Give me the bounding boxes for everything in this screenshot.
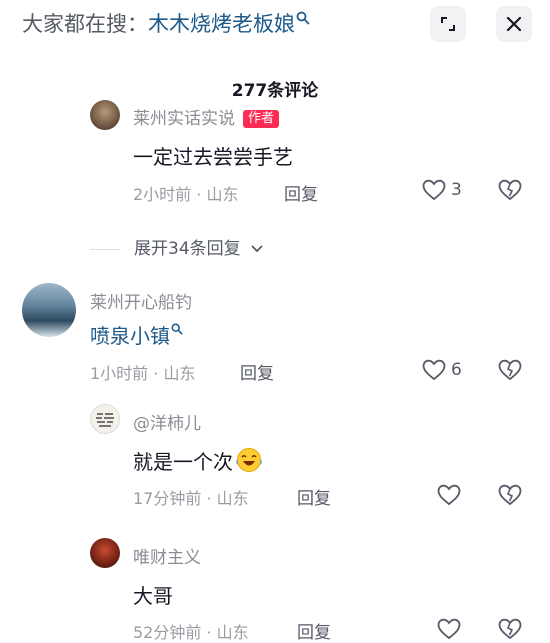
- reply-button[interactable]: 回复: [297, 484, 331, 509]
- laughing-emoji-icon: [236, 448, 262, 472]
- expand-icon: [441, 17, 455, 31]
- like-count: 3: [451, 180, 462, 200]
- avatar[interactable]: [90, 404, 120, 434]
- comment-username[interactable]: 唯财主义: [133, 543, 201, 568]
- avatar[interactable]: [90, 100, 120, 130]
- username-text[interactable]: 莱州实话实说: [133, 109, 235, 129]
- dislike-button[interactable]: [497, 178, 523, 202]
- like-button[interactable]: [436, 483, 462, 507]
- like-button[interactable]: [436, 617, 462, 641]
- broken-heart-icon: [498, 618, 522, 640]
- broken-heart-icon: [498, 484, 522, 506]
- chevron-down-icon: [251, 245, 263, 253]
- comment-meta: 17分钟前 · 山东: [133, 489, 249, 508]
- search-icon: [296, 2, 310, 25]
- comment-meta: 1小时前 · 山东: [90, 364, 196, 383]
- comment-text: 喷泉小镇: [90, 320, 183, 349]
- search-icon: [171, 323, 183, 335]
- reply-button[interactable]: 回复: [240, 359, 274, 384]
- comment-username[interactable]: 莱州开心船钓: [90, 288, 192, 313]
- comment-text-content: 就是一个次: [133, 450, 233, 474]
- like-button[interactable]: [421, 178, 447, 202]
- comment-username[interactable]: @洋柿儿: [133, 409, 201, 434]
- dislike-button[interactable]: [497, 358, 523, 382]
- comment-meta: 2小时前 · 山东: [133, 185, 239, 204]
- comment-count: 277条评论: [231, 81, 319, 101]
- search-suggestion-term[interactable]: 木木烧烤老板娘: [148, 12, 295, 36]
- avatar[interactable]: [90, 538, 120, 568]
- comment-username[interactable]: 莱州实话实说 作者: [133, 104, 280, 130]
- expand-replies-label[interactable]: 展开34条回复: [134, 239, 241, 259]
- comment-text: 就是一个次: [133, 446, 263, 475]
- heart-icon: [422, 359, 446, 381]
- search-suggestion-prefix: 大家都在搜：: [22, 12, 148, 36]
- reply-button[interactable]: 回复: [297, 618, 331, 643]
- broken-heart-icon: [498, 359, 522, 381]
- dislike-button[interactable]: [497, 617, 523, 641]
- search-link[interactable]: 喷泉小镇: [90, 324, 170, 348]
- heart-icon: [437, 618, 461, 640]
- avatar[interactable]: [22, 283, 76, 337]
- comment-meta: 52分钟前 · 山东: [133, 623, 249, 642]
- expand-replies-button[interactable]: 展开34条回复: [90, 234, 264, 259]
- author-badge: 作者: [243, 110, 280, 128]
- expand-fullscreen-button[interactable]: [430, 6, 466, 42]
- divider: [90, 248, 120, 250]
- heart-icon: [437, 484, 461, 506]
- comment-text: 大哥: [133, 584, 173, 608]
- reply-button[interactable]: 回复: [284, 180, 318, 205]
- heart-icon: [422, 179, 446, 201]
- close-icon: [506, 16, 522, 32]
- like-button[interactable]: [421, 358, 447, 382]
- close-button[interactable]: [496, 6, 532, 42]
- comment-text: 一定过去尝尝手艺: [133, 145, 293, 169]
- broken-heart-icon: [498, 179, 522, 201]
- like-count: 6: [451, 360, 462, 380]
- search-suggestion[interactable]: 大家都在搜：木木烧烤老板娘: [22, 8, 310, 40]
- dislike-button[interactable]: [497, 483, 523, 507]
- avatar-image: [96, 413, 114, 427]
